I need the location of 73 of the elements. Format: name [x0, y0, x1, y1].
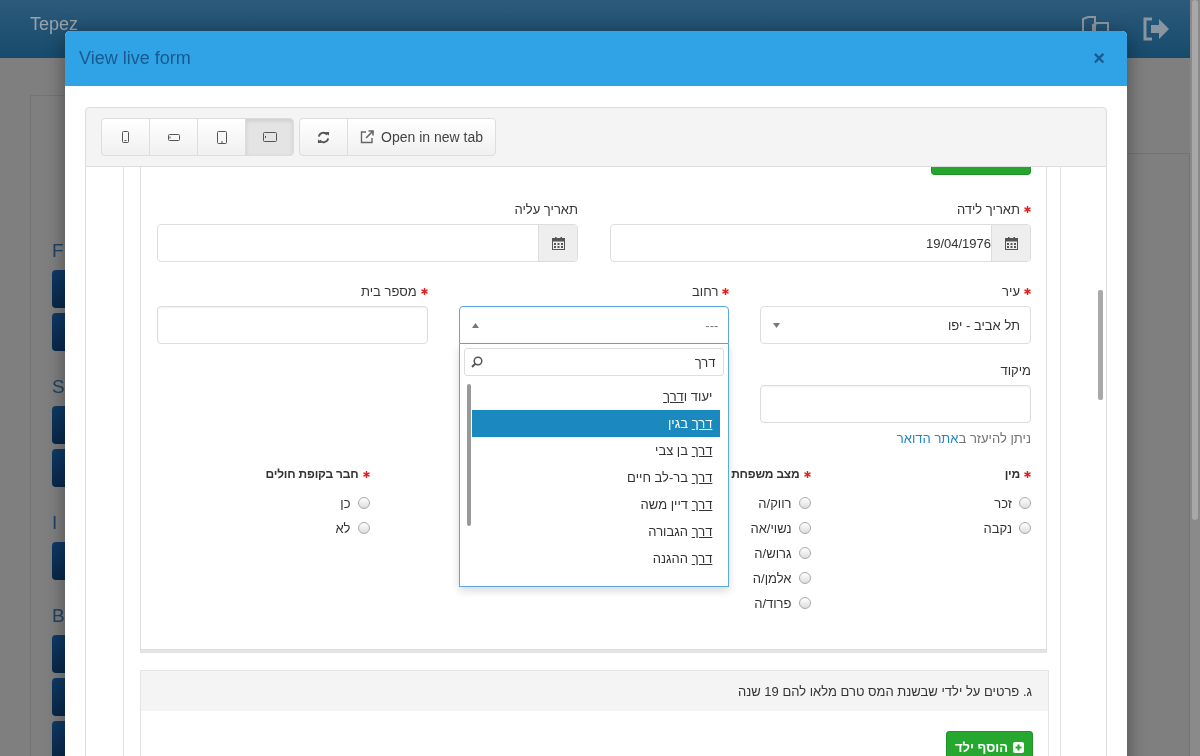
refresh-button[interactable]	[299, 118, 348, 156]
field-label: מיקוד	[1000, 362, 1031, 378]
search-field[interactable]: דרך	[463, 348, 725, 376]
dropdown-option[interactable]: דרך דיין משה	[471, 491, 721, 518]
zip-field[interactable]	[760, 385, 1031, 423]
section-heading: B	[52, 605, 65, 627]
radio-button[interactable]	[798, 547, 811, 559]
radio-button[interactable]	[1019, 522, 1031, 534]
radio-button[interactable]	[357, 522, 370, 534]
field-label: רחוב	[692, 283, 719, 299]
field-label: תאריך לידה	[956, 201, 1020, 217]
phone-landscape-icon	[167, 133, 180, 141]
dropdown-option[interactable]: דרך בר-לב חיים	[471, 464, 721, 491]
group-label: מין	[1004, 467, 1020, 481]
text-field[interactable]	[157, 306, 428, 344]
field-label: מספר בית	[360, 283, 417, 299]
dropdown-option[interactable]: דרך הגבורה	[471, 518, 721, 545]
radio-button[interactable]	[798, 572, 811, 584]
search-icon	[470, 356, 483, 368]
post-office-link[interactable]: אתר הדואר	[896, 431, 959, 446]
field-value: 19/04/1976	[925, 235, 991, 251]
date-field[interactable]: 19/04/1976	[610, 224, 1031, 262]
action-button[interactable]	[931, 167, 1031, 175]
device-button[interactable]	[245, 118, 294, 156]
street-select[interactable]: ---	[458, 306, 730, 344]
radio-button[interactable]	[1019, 497, 1031, 509]
scrollbar-thumb[interactable]	[1098, 290, 1103, 400]
section-title: ג. פרטים על ילדי שבשנת המס טרם מלאו להם 19 שנה	[737, 683, 1032, 699]
device-button[interactable]	[197, 118, 246, 156]
plus-icon	[1013, 741, 1024, 753]
radio-label[interactable]: פרוד/ה	[754, 595, 792, 611]
help-text: ניתן להיעזר באתר הדואר	[895, 431, 1031, 446]
date-field[interactable]	[157, 224, 578, 262]
app-brand: Tepez	[30, 13, 80, 35]
radio-label[interactable]: זכר	[994, 495, 1012, 511]
radio-label[interactable]: גרוש/ה	[754, 545, 792, 561]
radio-label[interactable]: כן	[340, 495, 351, 511]
dropdown-option[interactable]: יעוד ודרך	[471, 383, 721, 410]
section-heading: F	[52, 240, 65, 262]
dropdown-option[interactable]: דרך בן צבי	[471, 437, 721, 464]
radio-label[interactable]: נשוי/אה	[750, 520, 792, 536]
field-label: עיר	[1002, 283, 1020, 299]
city-select[interactable]: תל אביב - יפו	[760, 306, 1031, 344]
radio-button[interactable]	[798, 497, 811, 509]
dropdown-option[interactable]: דרך ההגנה	[471, 545, 721, 572]
section-heading: S	[52, 376, 65, 398]
radio-label[interactable]: רווק/ה	[758, 495, 792, 511]
tablet-icon	[216, 130, 227, 144]
calendar-icon	[1004, 236, 1018, 250]
external-link-icon	[360, 130, 374, 144]
scrollbar-thumb[interactable]	[466, 384, 471, 526]
field-label: תאריך עליה	[514, 201, 578, 217]
radio-button[interactable]	[357, 497, 370, 509]
phone-icon	[122, 131, 129, 143]
section-heading: I	[52, 512, 59, 534]
open-in-new-tab-button[interactable]: Open in new tab	[347, 118, 496, 156]
modal-title: View live form	[79, 48, 192, 69]
group-label: חבר בקופת חולים	[265, 467, 359, 481]
caret-up-icon	[471, 322, 479, 328]
sign-out-icon[interactable]	[1142, 17, 1170, 41]
radio-label[interactable]: אלמן/ה	[752, 570, 792, 586]
refresh-icon	[317, 130, 330, 144]
radio-label[interactable]: נקבה	[983, 520, 1012, 536]
window-scrollbar[interactable]	[1190, 0, 1200, 756]
group-label: מצב משפחת	[731, 467, 800, 481]
radio-label[interactable]: לא	[335, 520, 351, 536]
tablet-landscape-icon	[262, 132, 277, 142]
caret-down-icon	[773, 322, 781, 328]
radio-button[interactable]	[798, 522, 811, 534]
calendar-icon	[551, 236, 565, 250]
dropdown-option[interactable]: דרך בגין	[471, 410, 721, 437]
radio-button[interactable]	[798, 597, 811, 609]
device-button[interactable]	[149, 118, 198, 156]
